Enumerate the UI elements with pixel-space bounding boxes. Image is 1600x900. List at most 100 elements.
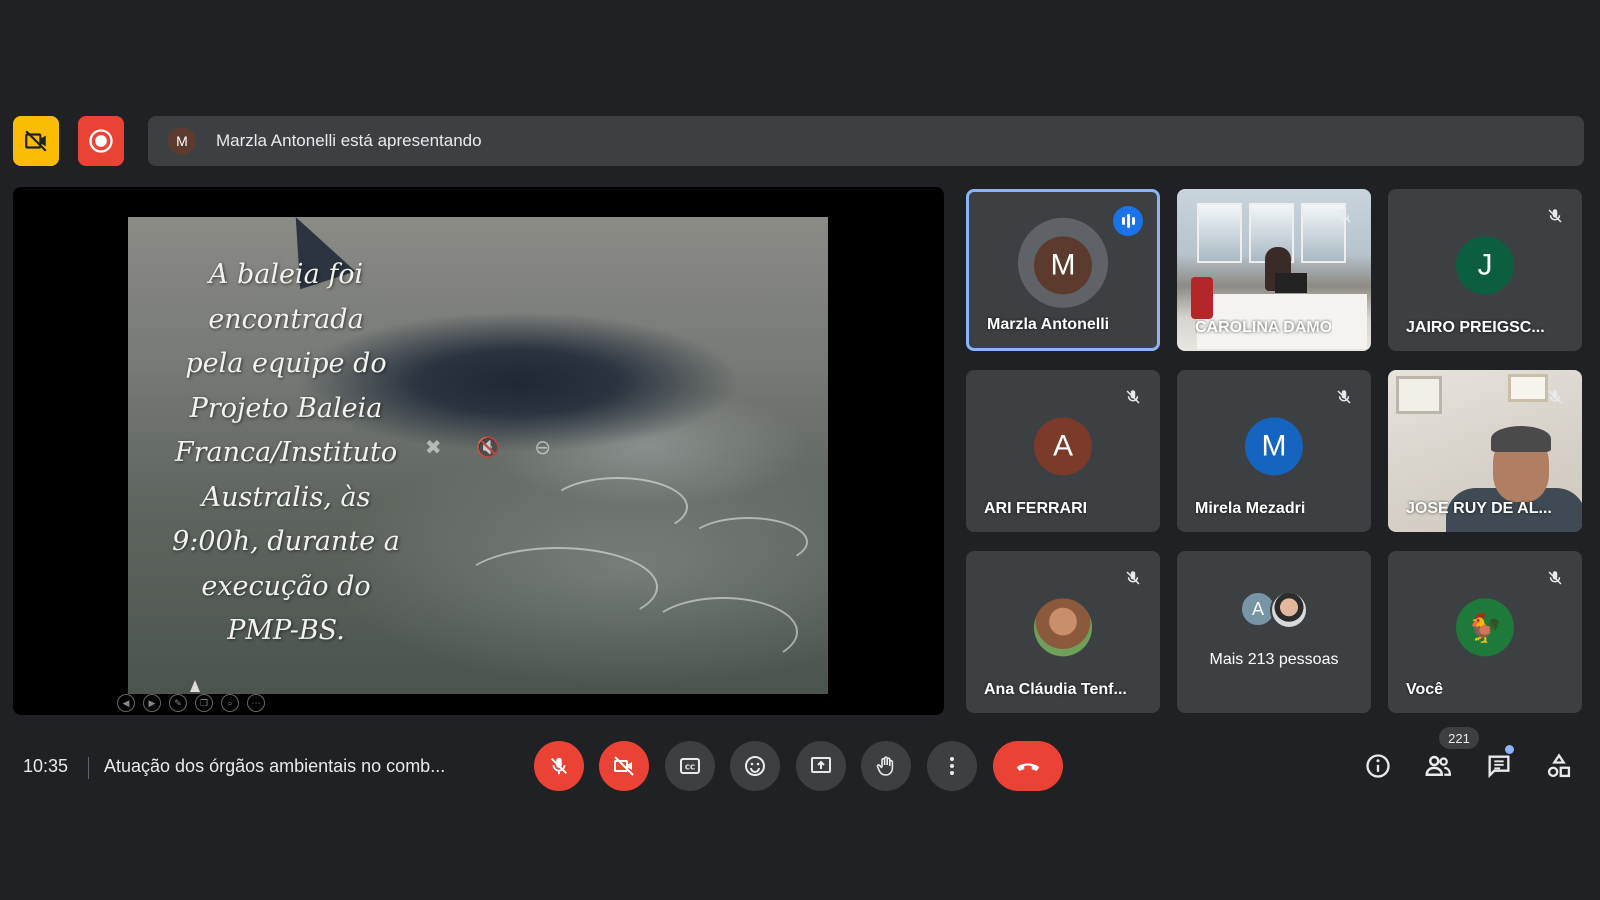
more-participants-tile[interactable]: A Mais 213 pessoas [1177,551,1371,713]
slide-line: Projeto Baleia [189,392,383,424]
slide-caption: A baleia foi encontrada pela equipe do P… [146,253,426,654]
call-end-icon [1016,763,1040,771]
people-icon [1425,755,1452,776]
slide-line: execução do [201,570,371,602]
presentation-area[interactable]: A baleia foi encontrada pela equipe do P… [13,187,944,715]
divider [88,757,89,779]
rooster-avatar-icon: 🐓 [1456,598,1514,657]
mic-off-icon [1331,384,1357,410]
meet-window: M Marzla Antonelli está apresentando A b… [0,0,1600,900]
participant-name: Ana Cláudia Tenf... [984,681,1127,698]
window-shape [1197,203,1242,263]
emoji-icon [745,756,765,776]
chat-notification-dot [1505,745,1514,754]
meeting-details-button[interactable] [1360,748,1396,784]
participant-tile[interactable]: M Marzla Antonelli [966,189,1160,351]
mic-off-icon [1331,203,1357,229]
wall-frame-shape [1396,376,1442,414]
slide-line: PMP-BS. [227,615,345,646]
slide-line: A baleia foi [208,259,364,290]
slide-line: pela equipe do [185,348,387,379]
minimize-icon[interactable]: ⊖ [534,435,551,460]
video-off-icon [614,756,634,776]
info-icon [1366,754,1390,778]
meeting-title: Atuação dos órgãos ambientais no comb... [104,756,446,776]
camera-off-badge[interactable] [13,116,59,166]
participant-tile[interactable]: A ARI FERRARI [966,370,1160,532]
more-options-button[interactable] [927,741,977,791]
participant-name: Marzla Antonelli [987,316,1110,333]
captions-icon: CC [680,758,700,774]
presenting-text: Marzla Antonelli está apresentando [216,131,482,150]
more-vert-icon [950,757,954,775]
foam-shape [548,477,688,537]
person-hair-shape [1491,426,1551,452]
mic-off-icon [1542,203,1568,229]
clock: 10:35 [23,756,69,776]
captions-button[interactable]: CC [665,741,715,791]
copy-icon[interactable]: ❐ [195,694,213,712]
recording-badge[interactable] [78,116,124,166]
participant-name: Mirela Mezadri [1195,500,1306,517]
camera-off-icon [25,130,47,152]
participant-name: CAROLINA DAMO [1195,319,1333,336]
presenter-avatar: M [168,127,196,155]
slide-line: encontrada [208,303,364,335]
slide-nav-controls: ◀ ▶ ✎ ❐ ⌕ ⋯ [117,694,265,712]
svg-text:CC: CC [685,764,695,772]
presenting-banner: M Marzla Antonelli está apresentando [148,116,1584,166]
foam-shape [648,597,798,667]
avatar: M [1034,236,1092,295]
pin-off-icon[interactable]: ✖ [425,435,442,460]
participant-tile[interactable]: M Mirela Mezadri [1177,370,1371,532]
pen-icon[interactable]: ✎ [169,694,187,712]
avatar-photo [1270,591,1308,629]
present-button[interactable] [796,741,846,791]
laptop-shape [1275,273,1307,293]
participant-count-badge: 221 [1439,727,1479,749]
avatar: A [1034,417,1092,476]
zoom-icon[interactable]: ⌕ [221,694,239,712]
more-horiz-icon[interactable]: ⋯ [247,694,265,712]
raise-hand-button[interactable] [861,741,911,791]
toggle-camera-button[interactable] [599,741,649,791]
emoji-button[interactable] [730,741,780,791]
participant-tile[interactable]: J JAIRO PREIGSC... [1388,189,1582,351]
participant-tile-self[interactable]: 🐓 Você [1388,551,1582,713]
chat-icon [1488,755,1510,779]
participant-tile[interactable]: CAROLINA DAMO [1177,189,1371,351]
hand-icon [876,756,894,776]
avatar: M [1245,417,1303,476]
chair-shape [1191,277,1213,319]
foam-shape [458,547,658,627]
mouse-cursor [190,680,200,692]
mic-off-icon [1542,384,1568,410]
participant-tile[interactable]: JOSE RUY DE AL... [1388,370,1582,532]
mic-off-icon [1120,565,1146,591]
mic-off-icon [551,757,567,775]
avatar-photo [1034,598,1092,657]
slide-line: Australis, às [201,481,371,513]
end-call-button[interactable] [993,741,1063,791]
next-slide-icon[interactable]: ▶ [143,694,161,712]
present-icon [811,757,831,773]
slide-line: 9:00h, durante a [172,526,400,557]
people-button[interactable] [1420,748,1456,784]
avatar: J [1456,236,1514,295]
slide-line: Franca/Instituto [174,437,398,468]
toggle-mic-button[interactable] [534,741,584,791]
foam-shape [688,517,808,567]
prev-slide-icon[interactable]: ◀ [117,694,135,712]
participant-name: JAIRO PREIGSC... [1406,319,1545,336]
volume-off-icon[interactable]: 🔇 [476,435,501,460]
participant-name: JOSE RUY DE AL... [1406,500,1552,517]
tile-overlay-controls: ✖ 🔇 ⊖ [408,429,568,465]
activities-button[interactable] [1541,748,1577,784]
mic-off-icon [1120,384,1146,410]
speaking-indicator-icon [1113,206,1143,236]
participant-tile[interactable]: Ana Cláudia Tenf... [966,551,1160,713]
mic-off-icon [1542,565,1568,591]
slide-content: A baleia foi encontrada pela equipe do P… [128,217,828,694]
more-people-label: Mais 213 pessoas [1209,651,1339,668]
participant-name: Você [1406,681,1444,698]
